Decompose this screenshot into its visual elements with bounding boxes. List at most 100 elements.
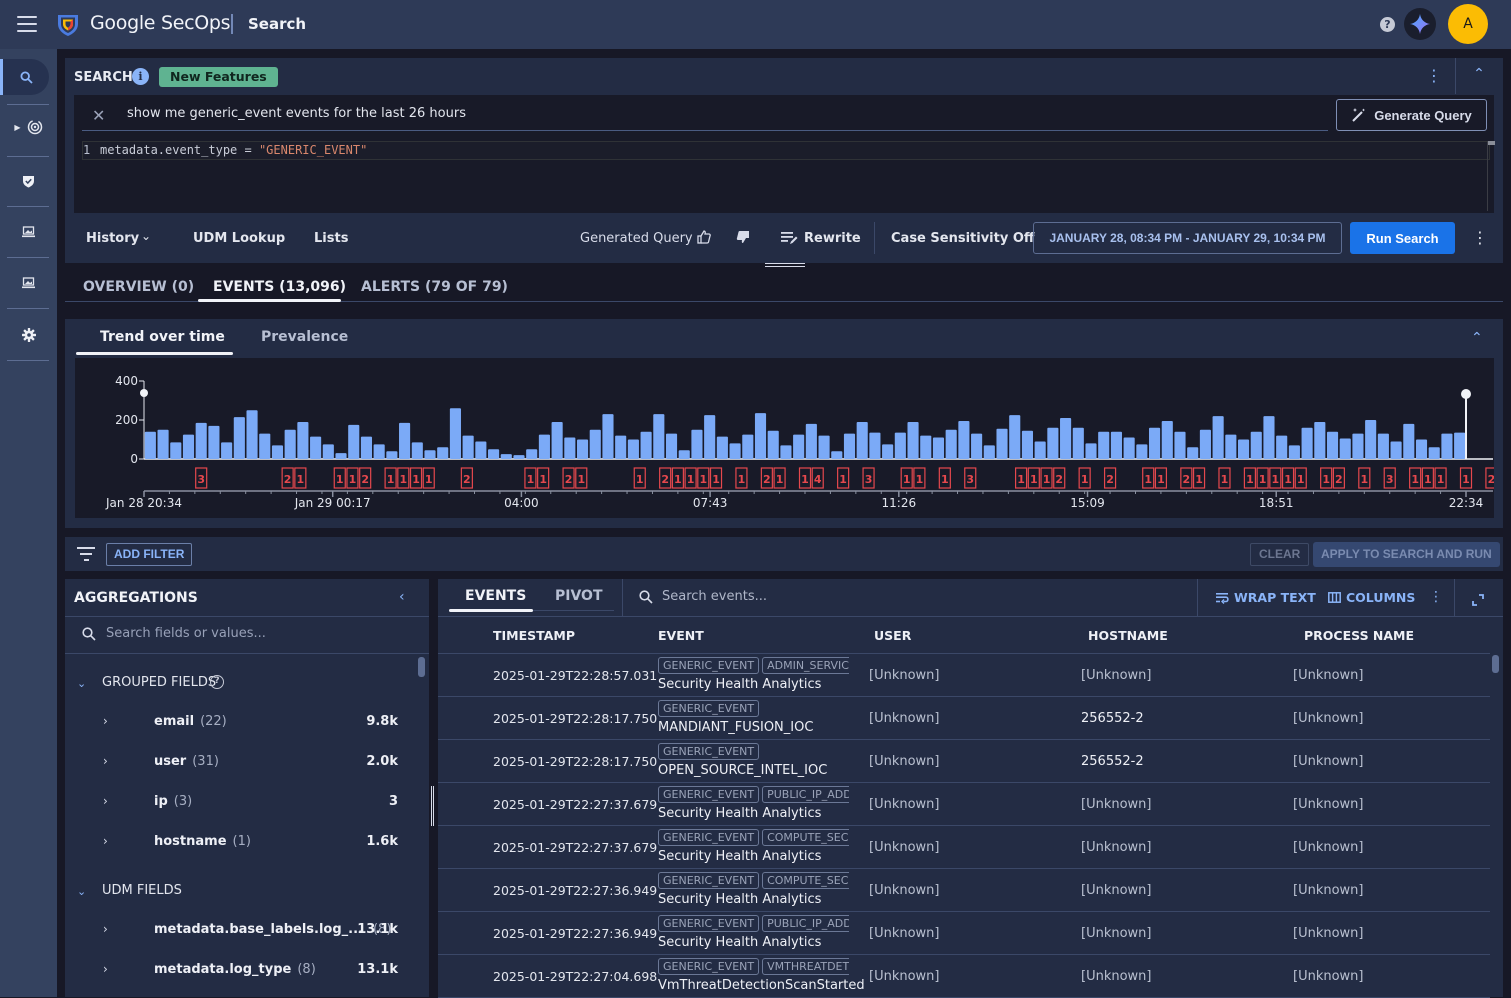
trend-bar[interactable]	[1250, 431, 1262, 459]
trend-bar[interactable]	[310, 436, 322, 459]
wrap-text-button[interactable]: WRAP TEXT	[1216, 590, 1316, 605]
trend-bar[interactable]	[602, 414, 614, 459]
trend-bar[interactable]	[500, 454, 512, 459]
clear-nl-query-close-icon[interactable]: ✕	[92, 106, 105, 125]
date-range-picker[interactable]: JANUARY 28, 08:34 PM - JANUARY 29, 10:34…	[1033, 222, 1342, 254]
trend-bar[interactable]	[869, 432, 881, 459]
trend-bar[interactable]	[640, 431, 652, 459]
trend-bar[interactable]	[907, 421, 919, 459]
generate-query-button[interactable]: Generate Query	[1336, 99, 1487, 131]
user-avatar[interactable]: A	[1448, 4, 1488, 44]
trend-bar[interactable]	[1415, 439, 1428, 460]
group-label-grouped-fields[interactable]: GROUPED FIELDS	[102, 675, 216, 690]
trend-bar[interactable]	[335, 453, 347, 459]
trend-bar[interactable]	[1377, 433, 1389, 459]
trend-bar[interactable]	[322, 444, 334, 459]
trend-bar[interactable]	[1149, 427, 1161, 459]
table-row[interactable]: 2025-01-29T22:28:17.750 GENERIC_EVENT OPEN…	[438, 740, 1490, 783]
trend-bar[interactable]	[284, 429, 296, 459]
rail-item-cases[interactable]	[0, 214, 57, 250]
collapse-chart-chevron-up-icon[interactable]: ⌃	[1471, 330, 1483, 346]
table-row[interactable]: 2025-01-29T22:27:36.949 GENERIC_EVENT COMP…	[438, 869, 1490, 912]
columns-button[interactable]: COLUMNS	[1328, 590, 1415, 605]
trend-bar[interactable]	[678, 450, 690, 459]
run-search-button[interactable]: Run Search	[1350, 222, 1455, 254]
trend-bar[interactable]	[856, 421, 868, 459]
trend-bar[interactable]	[1225, 434, 1237, 459]
table-row[interactable]: 2025-01-29T22:28:57.031 GENERIC_EVENT ADMI…	[438, 654, 1490, 697]
trend-bar[interactable]	[1237, 439, 1250, 460]
agg-field-row[interactable]: › metadata.log_type (8) 13.1k	[65, 962, 429, 986]
trend-bar[interactable]	[564, 437, 576, 459]
trend-bar[interactable]	[932, 437, 945, 459]
column-header-user[interactable]: USER	[874, 628, 911, 643]
aggregations-scrollbar[interactable]	[418, 657, 425, 677]
rail-item-dashboards[interactable]	[0, 265, 57, 301]
trend-bar[interactable]	[1365, 420, 1377, 459]
trend-bar[interactable]	[1110, 431, 1122, 459]
table-row[interactable]: 2025-01-29T22:27:37.679 GENERIC_EVENT PUBL…	[438, 783, 1490, 826]
apply-to-search-and-run-button[interactable]: APPLY TO SEARCH AND RUN	[1313, 542, 1500, 567]
trend-bar[interactable]	[894, 432, 906, 459]
trend-bar[interactable]	[399, 422, 411, 459]
trend-bar[interactable]	[983, 445, 995, 459]
trend-bar[interactable]	[971, 433, 983, 459]
trend-bar[interactable]	[805, 423, 817, 459]
help-circle-icon[interactable]: ?	[210, 675, 224, 689]
trend-bar[interactable]	[1009, 415, 1021, 459]
trend-bar[interactable]	[729, 443, 741, 459]
gemini-assistant-button[interactable]	[1404, 8, 1436, 40]
rail-item-settings[interactable]	[0, 317, 57, 353]
column-header-event[interactable]: EVENT	[658, 628, 704, 643]
filter-icon[interactable]	[77, 547, 95, 561]
column-header-timestamp[interactable]: TIMESTAMP	[493, 628, 575, 643]
help-icon[interactable]: ?	[1380, 17, 1395, 32]
trend-bar[interactable]	[1288, 445, 1300, 459]
events-more-menu-icon[interactable]: ⋮	[1429, 589, 1443, 605]
trend-bar[interactable]	[754, 413, 767, 459]
rewrite-button[interactable]: Rewrite	[804, 231, 861, 246]
trend-bar[interactable]	[831, 451, 843, 459]
hamburger-menu-icon[interactable]	[17, 16, 37, 32]
agg-field-row[interactable]: › metadata.base_labels.log_... (8) 13.1k	[65, 922, 429, 946]
trend-bar[interactable]	[1136, 444, 1148, 459]
trend-bar[interactable]	[1060, 418, 1072, 459]
table-row[interactable]: 2025-01-29T22:27:37.679 GENERIC_EVENT COMP…	[438, 826, 1490, 869]
aggregations-search-input[interactable]	[106, 626, 406, 641]
group-label-udm-fields[interactable]: UDM FIELDS	[102, 883, 182, 898]
trend-bar[interactable]	[297, 421, 309, 459]
udm-lookup-button[interactable]: UDM Lookup	[193, 231, 285, 246]
trend-bar[interactable]	[538, 434, 550, 459]
chevron-right-icon[interactable]: ›	[103, 922, 108, 936]
trend-bar[interactable]	[1085, 443, 1097, 459]
more-options-icon[interactable]: ⋮	[1472, 228, 1488, 247]
table-row[interactable]: 2025-01-29T22:27:36.949 GENERIC_EVENT PUBL…	[438, 912, 1490, 955]
trend-bar[interactable]	[424, 450, 436, 459]
trend-bar[interactable]	[221, 442, 233, 459]
trend-bar[interactable]	[1326, 431, 1339, 459]
chevron-down-icon[interactable]: ⌄	[141, 229, 151, 243]
trend-bar[interactable]	[882, 444, 894, 459]
trend-bar[interactable]	[996, 428, 1008, 459]
clear-filters-button[interactable]: CLEAR	[1250, 543, 1310, 566]
trend-bar[interactable]	[1161, 420, 1173, 459]
trend-bar[interactable]	[1339, 438, 1351, 459]
trend-bar[interactable]	[373, 444, 385, 459]
table-row[interactable]: 2025-01-29T22:27:04.698 GENERIC_EVENT VMTH…	[438, 955, 1490, 998]
trend-bar[interactable]	[526, 449, 538, 459]
trend-bar[interactable]	[1123, 437, 1135, 459]
trend-bar[interactable]	[513, 455, 525, 459]
trend-bar[interactable]	[411, 442, 423, 459]
trend-bar[interactable]	[589, 429, 601, 459]
trend-bar[interactable]	[488, 449, 500, 459]
trend-bar[interactable]	[704, 415, 716, 459]
trend-bar[interactable]	[462, 435, 474, 459]
trend-bar[interactable]	[1021, 430, 1034, 459]
trend-bar[interactable]	[742, 434, 754, 459]
agg-field-row[interactable]: › email (22) 9.8k	[65, 714, 429, 738]
editor-scrollbar[interactable]	[1487, 141, 1495, 211]
trend-bar[interactable]	[1314, 421, 1326, 459]
info-icon[interactable]: i	[132, 68, 149, 85]
trend-bar[interactable]	[271, 445, 284, 459]
trend-bar[interactable]	[208, 425, 220, 459]
